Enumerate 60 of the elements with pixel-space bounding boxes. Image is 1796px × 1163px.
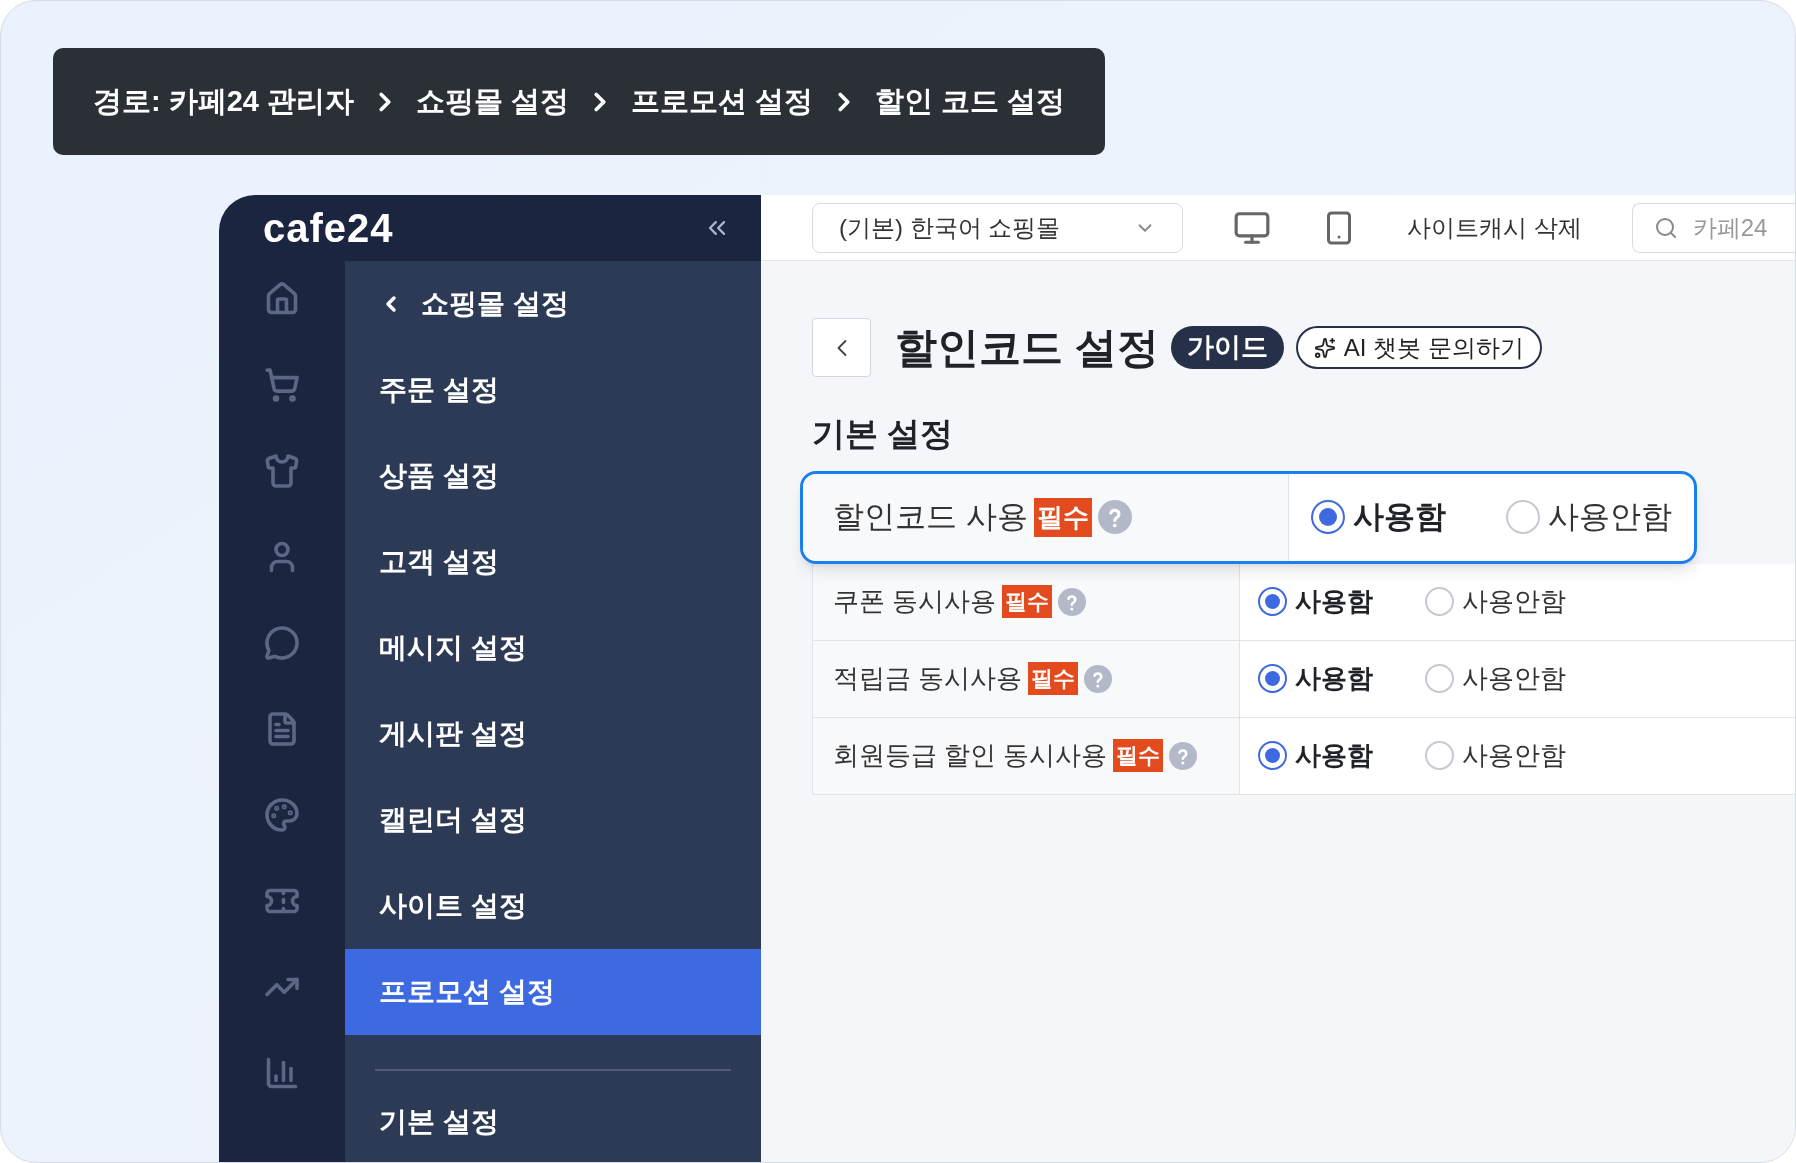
required-tag: 필수 [1113,739,1164,772]
radio-button[interactable] [1258,741,1287,770]
radio-option[interactable]: 사용안함 [1425,659,1566,698]
radio-button[interactable] [1425,587,1454,616]
menu-item[interactable]: 주문 설정 [345,347,761,433]
radio-option[interactable]: 사용함 [1311,493,1446,541]
logo: cafe24 [263,205,394,252]
page-title: 할인코드 설정 [895,323,1159,373]
breadcrumb-item: 할인 코드 설정 [875,83,1066,119]
radio-button[interactable] [1258,587,1287,616]
radio-option[interactable]: 사용안함 [1425,736,1566,775]
required-tag: 필수 [1033,497,1092,537]
menu-item[interactable]: 캘린더 설정 [345,777,761,863]
radio-button[interactable] [1425,741,1454,770]
search-icon [1653,215,1678,240]
radio-button[interactable] [1425,664,1454,693]
radio-button[interactable] [1258,664,1287,693]
shirt-icon[interactable] [264,453,300,489]
menu-item[interactable]: 게시판 설정 [345,691,761,777]
shop-select[interactable]: (기본) 한국어 쇼핑몰 [812,202,1183,253]
home-icon[interactable] [264,281,300,317]
section-title: 기본 설정 [812,414,955,454]
bar-chart-icon[interactable] [264,1055,300,1091]
cache-clear-button[interactable]: 사이트캐시 삭제 [1407,209,1582,246]
menu-item[interactable]: 프로모션 설정 [345,949,761,1035]
breadcrumb-item: 경로: 카페24 관리자 [93,83,355,119]
sparkle-icon [1313,336,1336,359]
radio-option[interactable]: 사용함 [1258,659,1373,698]
radio-option[interactable]: 사용안함 [1506,493,1672,541]
help-icon[interactable] [1084,664,1113,693]
ai-chatbot-button[interactable]: AI 챗봇 문의하기 [1295,326,1542,369]
row-label: 쿠폰 동시사용 [833,585,997,618]
breadcrumb-item: 프로모션 설정 [631,83,814,119]
menu-item[interactable]: 메시지 설정 [345,605,761,691]
row-label: 할인코드 사용 [833,497,1028,536]
menu-back-label: 쇼핑몰 설정 [421,287,569,321]
menu-item[interactable]: 사이트 설정 [345,863,761,949]
row-label: 회원등급 할인 동시사용 [833,739,1108,772]
chat-bubble-icon[interactable] [264,625,300,661]
required-tag: 필수 [1002,585,1053,618]
menu-back-item[interactable]: 쇼핑몰 설정 [345,261,761,347]
guide-badge[interactable]: 가이드 [1170,326,1284,369]
help-icon[interactable] [1169,741,1198,770]
back-button[interactable] [812,318,871,377]
radio-option[interactable]: 사용함 [1258,736,1373,775]
radio-button[interactable] [1506,500,1540,534]
row-label: 적립금 동시사용 [833,662,1023,695]
palette-icon[interactable] [264,797,300,833]
radio-option[interactable]: 사용함 [1258,582,1373,621]
menu-item[interactable]: 상품 설정 [345,433,761,519]
menu-item[interactable]: 고객 설정 [345,519,761,605]
radio-option[interactable]: 사용안함 [1425,582,1566,621]
cart-icon[interactable] [264,367,300,403]
help-icon[interactable] [1097,500,1132,534]
help-icon[interactable] [1058,587,1087,616]
required-tag: 필수 [1028,662,1079,695]
radio-button[interactable] [1311,500,1345,534]
search-field[interactable]: 카페24 [1631,202,1795,253]
menu-item[interactable]: 기본 설정 [345,1101,761,1143]
breadcrumb-item: 쇼핑몰 설정 [416,83,570,119]
